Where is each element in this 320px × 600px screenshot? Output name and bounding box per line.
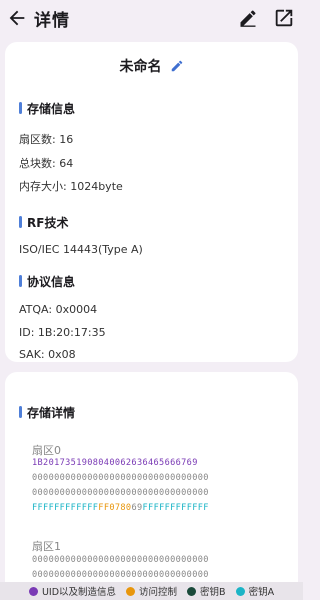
legend-label: 密钥A: [248, 587, 275, 598]
top-app-bar: 详情: [0, 0, 303, 36]
key-b-hex: FFFFFFFFFFFF: [142, 503, 209, 513]
card-name-row: 未命名: [5, 56, 298, 76]
hex-row: 00000000000000000000000000000000: [32, 555, 209, 565]
legend-label: UID以及制造信息: [41, 587, 117, 598]
protocol-heading: 协议信息: [19, 273, 75, 290]
hex-row-trailer: FFFFFFFFFFFFFF078069FFFFFFFFFFFF: [32, 503, 209, 513]
rf-heading: RF技术: [19, 214, 68, 231]
legend-item: 密钥A: [235, 584, 275, 598]
id-value: ID: 1B:20:17:35: [19, 326, 106, 339]
page-title: 详情: [34, 11, 70, 31]
section-accent-bar: [19, 102, 22, 114]
legend-dot: [235, 586, 245, 596]
access-bits-hex: FF0780: [98, 503, 132, 513]
hex-row: 00000000000000000000000000000000: [32, 570, 209, 580]
info-card: 未命名 存储信息 扇区数: 16 总块数: 64 内存大小: 1024byte …: [5, 42, 298, 362]
hex-row: 00000000000000000000000000000000: [32, 473, 209, 483]
legend-item: UID以及制造信息: [28, 584, 117, 598]
sector-label: 扇区1: [32, 540, 61, 553]
sak-value: SAK: 0x08: [19, 348, 76, 361]
sector-count: 扇区数: 16: [19, 133, 74, 146]
pencil-icon[interactable]: [238, 8, 258, 28]
block-count: 总块数: 64: [19, 157, 74, 170]
rf-value: ISO/IEC 14443(Type A): [19, 243, 143, 256]
key-a-hex: FFFFFFFFFFFF: [32, 503, 99, 513]
color-legend: UID以及制造信息 访问控制 密钥B 密钥A: [0, 582, 303, 600]
legend-label: 密钥B: [200, 587, 226, 598]
sector-label: 扇区0: [32, 444, 61, 457]
storage-info-title: 存储信息: [27, 102, 76, 116]
gpb-hex: 69: [131, 503, 143, 513]
legend-label: 访问控制: [139, 587, 178, 598]
memory-size: 内存大小: 1024byte: [19, 180, 123, 193]
card-name: 未命名: [119, 59, 162, 75]
rename-pencil-icon[interactable]: [170, 59, 184, 73]
storage-details-title: 存储详情: [27, 406, 76, 420]
legend-dot: [187, 586, 197, 596]
rf-title: RF技术: [27, 216, 69, 230]
open-external-icon[interactable]: [273, 7, 295, 29]
legend-item: 密钥B: [187, 584, 226, 598]
atqa-value: ATQA: 0x0004: [19, 303, 98, 316]
storage-info-heading: 存储信息: [19, 100, 75, 117]
content-scroll[interactable]: 未命名 存储信息 扇区数: 16 总块数: 64 内存大小: 1024byte …: [0, 36, 303, 584]
legend-item: 访问控制: [126, 584, 177, 598]
protocol-title: 协议信息: [27, 275, 76, 289]
legend-dot: [28, 586, 38, 596]
arrow-left-icon[interactable]: [6, 7, 28, 29]
section-accent-bar: [19, 275, 22, 287]
hex-row: 1B2017351908040062636465666769: [32, 458, 198, 468]
hex-row: 00000000000000000000000000000000: [32, 488, 209, 498]
legend-dot: [126, 586, 136, 596]
section-accent-bar: [19, 216, 22, 228]
storage-details-card: 存储详情 扇区0 1B2017351908040062636465666769 …: [5, 372, 298, 584]
storage-details-heading: 存储详情: [19, 404, 75, 421]
section-accent-bar: [19, 406, 22, 418]
